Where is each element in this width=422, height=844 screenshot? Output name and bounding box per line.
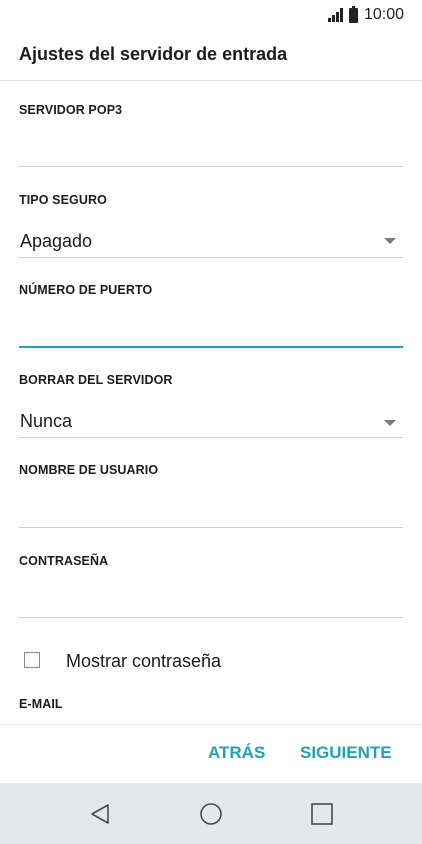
delete-from-server-select[interactable]: Nunca xyxy=(19,404,403,438)
email-label: E-MAIL xyxy=(19,697,63,711)
app-bar: Ajustes del servidor de entrada xyxy=(0,30,422,81)
username-label: NOMBRE DE USUARIO xyxy=(19,463,159,477)
page-title: Ajustes del servidor de entrada xyxy=(19,44,288,64)
status-clock: 10:00 xyxy=(363,6,404,23)
security-type-value: Apagado xyxy=(20,231,93,251)
security-type-dropdown-icon[interactable] xyxy=(384,238,396,244)
show-password-checkbox[interactable] xyxy=(24,652,40,668)
battery-icon xyxy=(348,5,358,23)
nav-back-button[interactable] xyxy=(60,783,140,844)
password-label: CONTRASEÑA xyxy=(19,554,109,568)
security-type-underline xyxy=(19,257,403,258)
footer-divider xyxy=(0,724,422,725)
status-indicators: 10:00 xyxy=(327,5,404,24)
port-number-input[interactable] xyxy=(19,312,403,346)
password-input[interactable] xyxy=(19,583,403,617)
status-bar: 10:00 xyxy=(0,0,422,30)
username-input[interactable] xyxy=(19,492,403,526)
back-button[interactable]: ATRÁS xyxy=(208,743,265,763)
username-underline xyxy=(19,527,403,528)
security-type-select[interactable]: Apagado xyxy=(19,224,403,258)
nav-home-button[interactable] xyxy=(171,783,251,844)
signal-icon xyxy=(327,8,343,22)
navigation-bar xyxy=(0,783,422,844)
recents-square-icon xyxy=(311,802,333,825)
port-number-underline xyxy=(19,346,403,348)
delete-from-server-label: BORRAR DEL SERVIDOR xyxy=(19,373,173,387)
password-underline xyxy=(19,617,403,618)
home-circle-icon xyxy=(200,802,222,825)
delete-from-server-value: Nunca xyxy=(20,411,73,431)
pop3-server-label: SERVIDOR POP3 xyxy=(19,103,123,117)
delete-from-server-dropdown-icon[interactable] xyxy=(384,420,396,426)
nav-recents-button[interactable] xyxy=(282,783,362,844)
back-triangle-icon xyxy=(91,803,109,824)
pop3-server-underline xyxy=(19,166,403,167)
pop3-server-input[interactable] xyxy=(19,132,403,166)
port-number-label: NÚMERO DE PUERTO xyxy=(19,283,153,297)
show-password-label[interactable]: Mostrar contraseña xyxy=(66,651,221,672)
delete-from-server-underline xyxy=(19,437,403,438)
next-button[interactable]: SIGUIENTE xyxy=(300,743,392,763)
security-type-label: TIPO SEGURO xyxy=(19,193,107,207)
